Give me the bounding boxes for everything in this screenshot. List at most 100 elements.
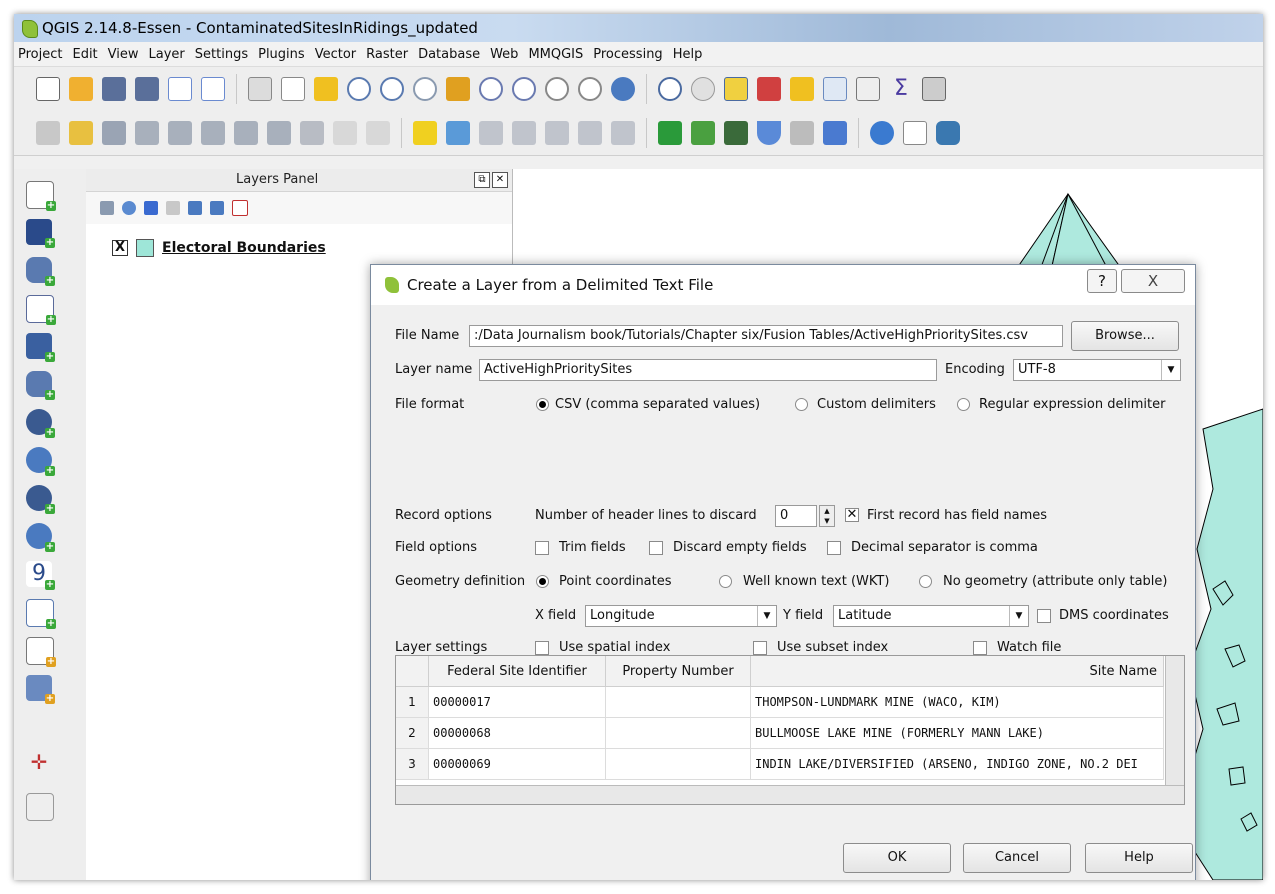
delete-selected-icon[interactable] <box>267 121 291 145</box>
point-coordinates-radio[interactable] <box>536 575 549 588</box>
add-mssql-layer-icon[interactable]: + <box>26 333 55 362</box>
current-edits-icon[interactable] <box>36 121 60 145</box>
expand-all-icon[interactable] <box>188 201 202 215</box>
menu-database[interactable]: Database <box>418 47 480 62</box>
vertical-scrollbar[interactable] <box>1165 656 1184 786</box>
dms-coordinates-checkbox[interactable] <box>1037 609 1051 623</box>
label-options-icon[interactable] <box>446 121 470 145</box>
custom-delimiters-radio[interactable] <box>795 398 808 411</box>
move-feature-icon[interactable] <box>201 121 225 145</box>
menu-processing[interactable]: Processing <box>593 47 662 62</box>
new-temporary-layer-icon[interactable]: + <box>26 675 55 704</box>
discard-empty-checkbox[interactable] <box>649 541 663 555</box>
add-circular-string-icon[interactable] <box>168 121 192 145</box>
run-action-icon[interactable] <box>691 77 715 101</box>
zoom-out-icon[interactable] <box>380 77 404 101</box>
zoom-to-selection-icon[interactable] <box>479 77 503 101</box>
browse-button[interactable]: Browse... <box>1071 321 1179 351</box>
column-header[interactable]: Property Number <box>605 656 751 687</box>
node-tool-icon[interactable] <box>234 121 258 145</box>
trim-fields-checkbox[interactable] <box>535 541 549 555</box>
zoom-in-icon[interactable] <box>347 77 371 101</box>
add-postgis-layer-icon[interactable]: + <box>26 257 55 286</box>
add-oracle-layer-icon[interactable]: + <box>26 371 55 400</box>
open-project-icon[interactable] <box>69 77 93 101</box>
copy-features-icon[interactable] <box>333 121 357 145</box>
menu-mmqgis[interactable]: MMQGIS <box>528 47 583 62</box>
new-print-composer-icon[interactable] <box>168 77 192 101</box>
collapse-all-icon[interactable] <box>210 201 224 215</box>
header-lines-spinbox[interactable]: 0 <box>775 505 817 527</box>
zoom-last-icon[interactable] <box>545 77 569 101</box>
spatial-index-checkbox[interactable] <box>535 641 549 655</box>
close-panel-icon[interactable]: ✕ <box>492 172 508 188</box>
layer-item-electoral-boundaries[interactable]: X Electoral Boundaries <box>112 239 326 257</box>
select-by-expression-icon[interactable] <box>757 77 781 101</box>
zoom-next-icon[interactable] <box>578 77 602 101</box>
plugin-green-icon[interactable] <box>658 121 682 145</box>
ok-button[interactable]: OK <box>843 843 951 873</box>
cancel-button[interactable]: Cancel <box>963 843 1071 873</box>
new-project-icon[interactable] <box>36 77 60 101</box>
touch-zoom-icon[interactable] <box>248 77 272 101</box>
add-wms-layer-icon[interactable]: + <box>26 447 55 476</box>
menu-layer[interactable]: Layer <box>149 47 185 62</box>
identify-features-icon[interactable] <box>658 77 682 101</box>
move-label-icon[interactable] <box>545 121 569 145</box>
open-layer-styling-icon[interactable] <box>100 201 114 215</box>
regex-delimiter-radio[interactable] <box>957 398 970 411</box>
paste-features-icon[interactable] <box>366 121 390 145</box>
zoom-to-layer-icon[interactable] <box>512 77 536 101</box>
new-shapefile-layer-icon[interactable]: + <box>26 599 56 629</box>
plugin-upload-icon[interactable] <box>790 121 814 145</box>
gps-track-icon[interactable] <box>26 793 54 821</box>
plugin-map-icon[interactable] <box>724 121 748 145</box>
table-row[interactable]: 2 00000068 BULLMOOSE LAKE MINE (FORMERLY… <box>396 717 1164 749</box>
toggle-editing-icon[interactable] <box>69 121 93 145</box>
add-wcs-layer-icon[interactable]: + <box>26 485 55 514</box>
python-console-icon[interactable] <box>936 121 960 145</box>
add-delimited-text-layer-icon[interactable]: 9 + <box>26 561 55 590</box>
add-spatialite-layer-icon[interactable]: + <box>26 295 56 325</box>
filter-legend-icon[interactable] <box>144 201 158 215</box>
y-field-select[interactable]: Latitude ▼ <box>833 605 1029 627</box>
remove-layer-icon[interactable] <box>232 200 248 216</box>
float-panel-icon[interactable]: ⧉ <box>474 172 490 188</box>
new-spatialite-layer-icon[interactable]: + <box>26 637 56 667</box>
add-virtual-layer-icon[interactable]: + <box>26 409 55 438</box>
measure-icon[interactable] <box>922 77 946 101</box>
pan-to-selection-icon[interactable] <box>314 77 338 101</box>
encoding-select[interactable]: UTF-8 ▼ <box>1013 359 1181 381</box>
field-calculator-icon[interactable] <box>856 77 880 101</box>
horizontal-scrollbar[interactable] <box>396 785 1184 804</box>
layer-name-field[interactable]: ActiveHighPrioritySites <box>479 359 937 381</box>
web-globe-icon[interactable] <box>870 121 894 145</box>
zoom-full-icon[interactable] <box>446 77 470 101</box>
menu-help[interactable]: Help <box>673 47 703 62</box>
menu-edit[interactable]: Edit <box>72 47 97 62</box>
add-vector-layer-icon[interactable]: + <box>26 181 56 211</box>
show-hide-labels-icon[interactable] <box>512 121 536 145</box>
digitize-gps-icon[interactable]: ✛ <box>26 749 52 775</box>
layer-labeling-icon[interactable] <box>413 121 437 145</box>
decimal-comma-checkbox[interactable] <box>827 541 841 555</box>
menu-web[interactable]: Web <box>490 47 518 62</box>
zoom-actual-size-icon[interactable] <box>413 77 437 101</box>
sample-data-table[interactable]: Federal Site Identifier Property Number … <box>395 655 1185 805</box>
deselect-icon[interactable] <box>790 77 814 101</box>
first-record-checkbox[interactable]: ✕ <box>845 508 859 522</box>
table-row[interactable]: 3 00000069 INDIN LAKE/DIVERSIFIED (ARSEN… <box>396 748 1164 780</box>
help-button[interactable]: Help <box>1085 843 1193 873</box>
table-row[interactable]: 1 00000017 THOMPSON-LUNDMARK MINE (WACO,… <box>396 686 1164 718</box>
attribute-table-icon[interactable] <box>823 77 847 101</box>
menu-raster[interactable]: Raster <box>366 47 408 62</box>
plugin-funnel-icon[interactable] <box>757 121 781 145</box>
composer-manager-icon[interactable] <box>201 77 225 101</box>
subset-index-checkbox[interactable] <box>753 641 767 655</box>
add-feature-icon[interactable] <box>135 121 159 145</box>
plugin-database-icon[interactable] <box>823 121 847 145</box>
help-icon[interactable]: ? <box>1087 269 1117 293</box>
csv-radio[interactable] <box>536 398 549 411</box>
save-as-icon[interactable] <box>135 77 159 101</box>
filter-by-expression-icon[interactable] <box>166 201 180 215</box>
